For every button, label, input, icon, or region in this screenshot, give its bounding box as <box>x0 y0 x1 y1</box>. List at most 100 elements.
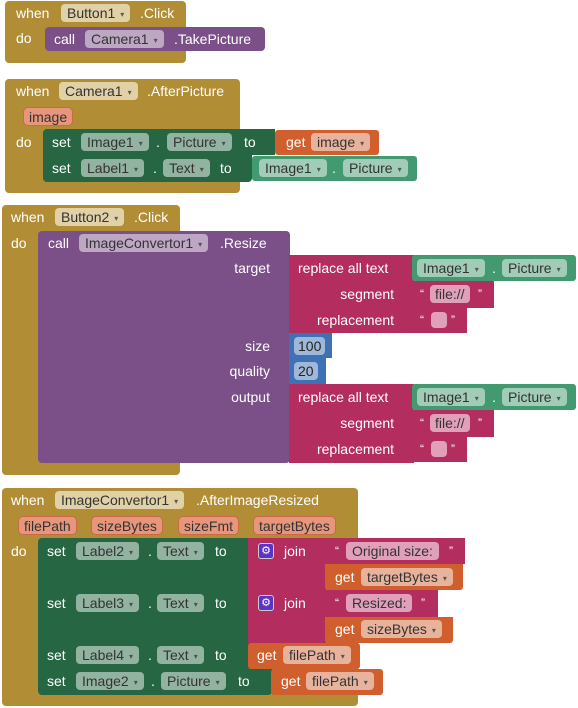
call-label: call <box>48 235 70 251</box>
do-label: do <box>11 235 27 251</box>
method-name: .Resize <box>220 235 267 251</box>
property-dropdown-picture[interactable]: Picture ▾ <box>161 672 226 690</box>
event-name: .Click <box>134 209 169 225</box>
variable-dropdown-filepath[interactable]: filePath ▾ <box>283 646 351 664</box>
component-dropdown-label3[interactable]: Label3 ▾ <box>76 594 140 612</box>
component-dropdown-button2[interactable]: Button2 ▾ <box>55 208 125 226</box>
replace-all-text-label: replace all text <box>298 260 389 276</box>
arg-label-target: target <box>234 260 270 276</box>
dropdown-arrow-icon: ▾ <box>316 165 321 174</box>
component-dropdown-image1[interactable]: Image1 ▾ <box>417 388 485 406</box>
dot-label: . <box>151 673 155 689</box>
set-image2-picture-block[interactable] <box>38 669 272 695</box>
event-param-filepath[interactable]: filePath <box>18 516 77 535</box>
property-dropdown-picture[interactable]: Picture ▾ <box>502 259 567 277</box>
mutator-gear-icon[interactable]: ⚙ <box>258 595 274 611</box>
number-field-size[interactable]: 100 <box>294 337 326 355</box>
text-field-replacement-empty[interactable] <box>431 312 447 328</box>
get-label: get <box>257 647 277 663</box>
component-dropdown-imageconvertor1[interactable]: ImageConvertor1 ▾ <box>79 234 209 252</box>
get-label: get <box>281 673 301 689</box>
variable-dropdown-targetbytes[interactable]: targetBytes ▾ <box>361 568 453 586</box>
event-param-sizefmt[interactable]: sizeFmt <box>178 516 239 535</box>
dropdown-arrow-icon: ▾ <box>134 165 139 174</box>
mutator-gear-icon[interactable]: ⚙ <box>258 543 274 559</box>
component-dropdown-image1[interactable]: Image1 ▾ <box>259 159 327 177</box>
component-dropdown-imageconvertor1[interactable]: ImageConvertor1 ▾ <box>55 491 185 509</box>
dropdown-arrow-icon: ▾ <box>340 652 345 661</box>
set-label: set <box>47 673 66 689</box>
dropdown-arrow-icon: ▾ <box>360 139 365 148</box>
dot-label: . <box>492 260 496 276</box>
component-dropdown-label4[interactable]: Label4 ▾ <box>76 646 140 664</box>
arg-label-quality: quality <box>229 363 270 379</box>
component-dropdown-label2[interactable]: Label2 ▾ <box>76 542 140 560</box>
component-dropdown-image1[interactable]: Image1 ▾ <box>417 259 485 277</box>
segment-label: segment <box>340 286 394 302</box>
dropdown-arrow-icon: ▾ <box>114 214 119 223</box>
event-param-targetbytes[interactable]: targetBytes <box>253 516 336 535</box>
replacement-label: replacement <box>316 441 394 457</box>
text-field-segment[interactable]: file:// <box>430 414 470 432</box>
when-label: when <box>11 492 45 508</box>
do-label: do <box>16 30 32 46</box>
text-field-original-size[interactable]: Original size: <box>346 542 439 560</box>
to-label: to <box>215 595 227 611</box>
component-dropdown-image1[interactable]: Image1 ▾ <box>81 133 149 151</box>
property-dropdown-text[interactable]: Text ▾ <box>163 159 210 177</box>
dropdown-arrow-icon: ▾ <box>474 394 479 403</box>
dot-label: . <box>492 389 496 405</box>
text-field-segment[interactable]: file:// <box>430 285 470 303</box>
component-dropdown-image2[interactable]: Image2 ▾ <box>76 672 144 690</box>
when-label: when <box>16 83 50 99</box>
dropdown-arrow-icon: ▾ <box>129 600 134 609</box>
replacement-label: replacement <box>316 312 394 328</box>
replace-all-text-label: replace all text <box>298 389 389 405</box>
variable-dropdown-sizebytes[interactable]: sizeBytes ▾ <box>361 620 442 638</box>
event-name: .Click <box>140 5 175 21</box>
method-name: .TakePicture <box>174 31 252 47</box>
dot-label: . <box>153 160 157 176</box>
number-field-quality[interactable]: 20 <box>294 362 318 380</box>
text-field-replacement-empty[interactable] <box>431 441 447 457</box>
property-dropdown-picture[interactable]: Picture ▾ <box>167 133 232 151</box>
property-dropdown-text[interactable]: Text ▾ <box>157 542 204 560</box>
property-dropdown-text[interactable]: Text ▾ <box>157 646 204 664</box>
open-quote: “ <box>420 442 424 456</box>
component-dropdown-camera1[interactable]: Camera1 ▾ <box>85 30 164 48</box>
property-dropdown-picture[interactable]: Picture ▾ <box>502 388 567 406</box>
join-label: join <box>284 595 306 611</box>
text-field-resized[interactable]: Resized: <box>346 594 413 612</box>
set-label: set <box>52 134 71 150</box>
component-dropdown-button1[interactable]: Button1 ▾ <box>61 4 131 22</box>
property-dropdown-text[interactable]: Text ▾ <box>157 594 204 612</box>
close-quote: ” <box>421 596 425 610</box>
open-quote: “ <box>420 287 424 301</box>
dropdown-arrow-icon: ▾ <box>153 36 158 45</box>
variable-dropdown-image[interactable]: image ▾ <box>311 133 371 151</box>
dropdown-arrow-icon: ▾ <box>193 600 198 609</box>
dot-label: . <box>148 595 152 611</box>
open-quote: “ <box>335 544 339 558</box>
dropdown-arrow-icon: ▾ <box>127 88 132 97</box>
when-label: when <box>16 5 50 21</box>
dropdown-arrow-icon: ▾ <box>442 574 447 583</box>
set-label: set <box>47 595 66 611</box>
property-dropdown-picture[interactable]: Picture ▾ <box>343 159 408 177</box>
close-quote: ” <box>451 313 455 327</box>
dropdown-arrow-icon: ▾ <box>129 652 134 661</box>
set-label: set <box>52 160 71 176</box>
dropdown-arrow-icon: ▾ <box>193 548 198 557</box>
component-dropdown-camera1[interactable]: Camera1 ▾ <box>59 82 138 100</box>
component-dropdown-label1[interactable]: Label1 ▾ <box>81 159 145 177</box>
to-label: to <box>215 543 227 559</box>
set-label: set <box>47 647 66 663</box>
open-quote: “ <box>420 416 424 430</box>
event-param-sizebytes[interactable]: sizeBytes <box>91 516 163 535</box>
event-param-image[interactable]: image <box>23 107 74 126</box>
variable-dropdown-filepath[interactable]: filePath ▾ <box>306 672 374 690</box>
dropdown-arrow-icon: ▾ <box>198 240 203 249</box>
open-quote: “ <box>335 596 339 610</box>
open-quote: “ <box>420 313 424 327</box>
arg-label-size: size <box>245 338 270 354</box>
